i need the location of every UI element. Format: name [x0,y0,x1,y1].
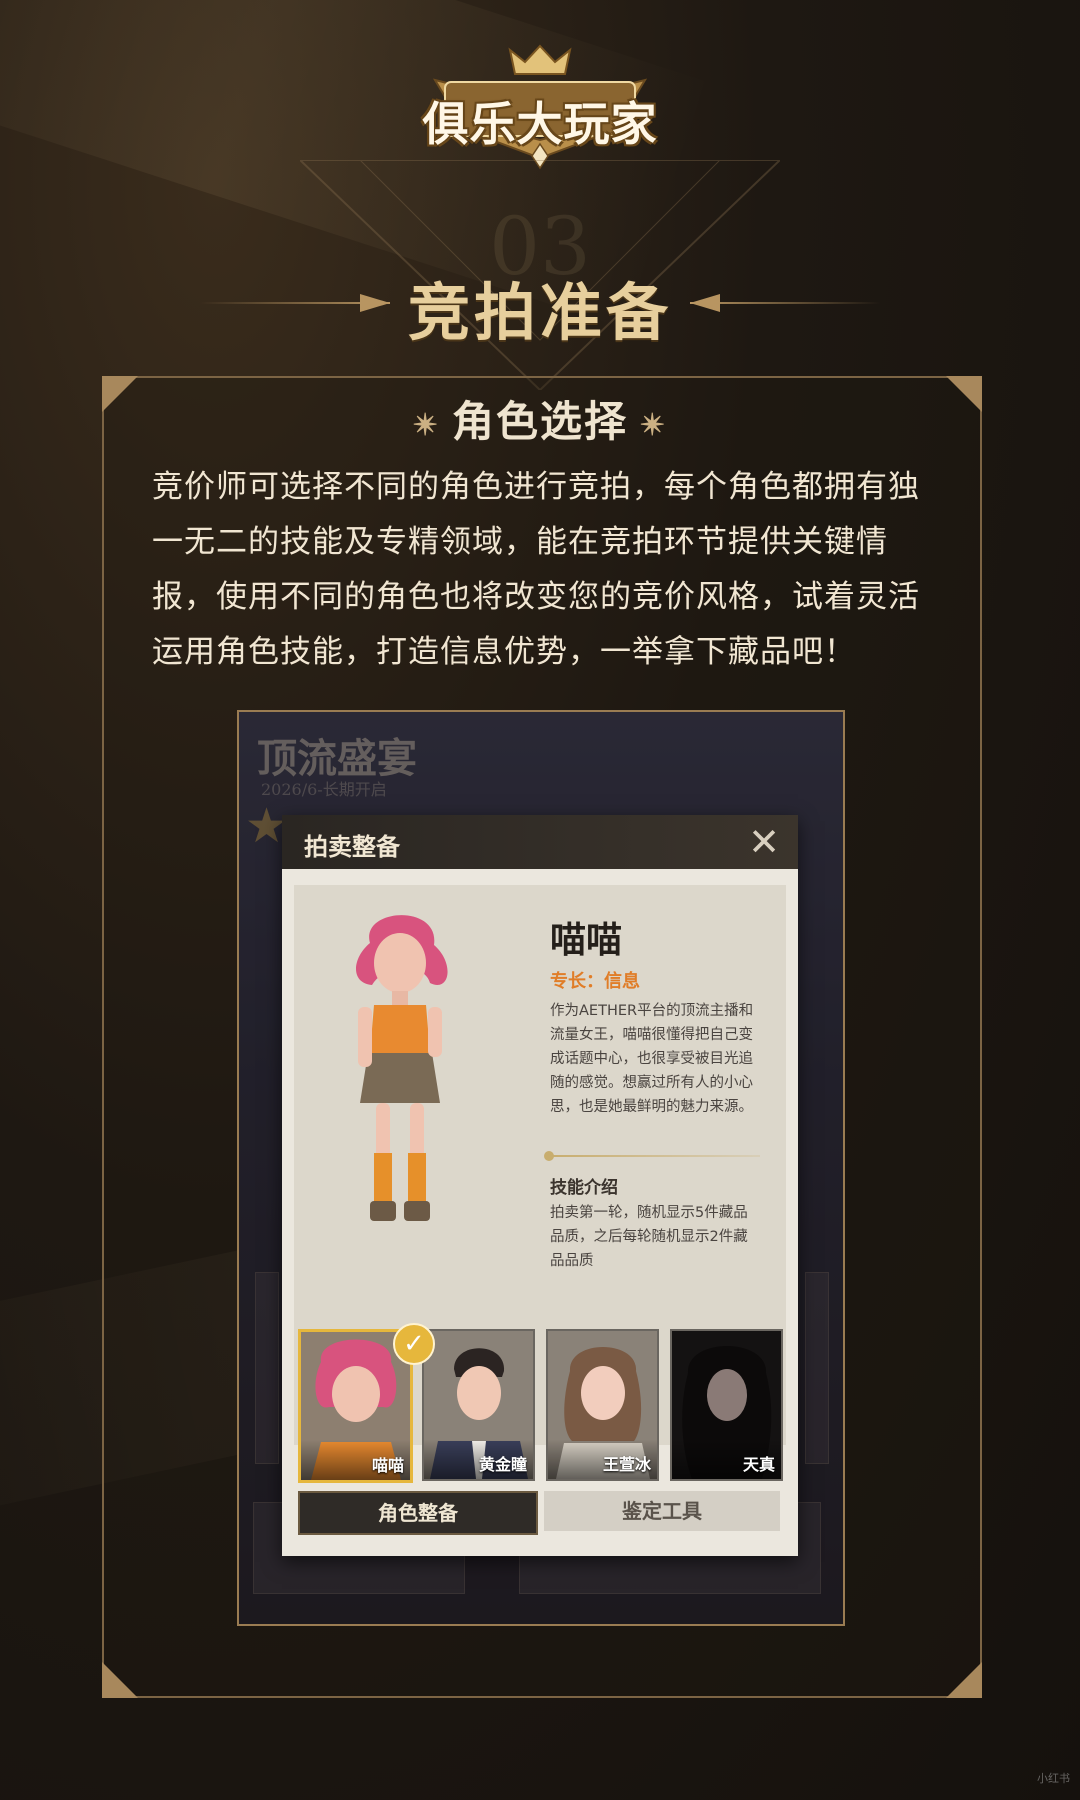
modal-header: 拍卖整备 ✕ [282,815,798,869]
skill-description: 拍卖第一轮，随机显示5件藏品品质，之后每轮随机显示2件藏品品质 [550,1205,748,1269]
check-icon: ✓ [393,1323,435,1365]
character-description: 作为AETHER平台的顶流主播和流量女王，喵喵很懂得把自己变成话题中心，也很享受… [550,1003,754,1115]
divider [548,1155,760,1157]
watermark: 小红书 [1037,1772,1070,1785]
description-paragraph: 竞价师可选择不同的角色进行竞拍，每个角色都拥有独一无二的技能及专精领域，能在竞拍… [152,469,920,670]
subtitle: ✴ 角色选择 ✴ [0,388,1080,449]
tab-appraisal-tools[interactable]: 鉴定工具 [544,1491,780,1531]
auction-prep-modal: 拍卖整备 ✕ 喵喵 专长：信息 作为AETHER平台的顶流主播和流量女王，喵喵很… [282,815,798,1556]
character-card-name: 黄金瞳 [478,1455,527,1474]
character-selector: 喵喵 ✓ 黄金瞳 王萱冰 天真 [298,1323,783,1483]
character-portrait [356,915,448,1221]
character-card-name: 王萱冰 [602,1455,651,1474]
character-card-name: 天真 [742,1455,775,1474]
close-icon[interactable]: ✕ [744,822,784,862]
corner-ornament [102,1662,138,1698]
character-card-wangxuanbing[interactable]: 王萱冰 [546,1329,659,1481]
swirl-right-icon: ✴ [640,407,668,443]
character-card-huangjintong[interactable]: 黄金瞳 [422,1329,535,1481]
section-title: 竞拍准备 [407,276,672,349]
divider-dot [544,1151,554,1161]
character-name: 喵喵 [550,919,623,961]
swirl-left-icon: ✴ [412,407,440,443]
character-specialty: 专长：信息 [550,971,640,992]
modal-title: 拍卖整备 [304,832,400,861]
skill-title: 技能介绍 [550,1178,618,1198]
subtitle-text: 角色选择 [451,397,628,446]
logo-text: 俱乐大玩家 [422,97,658,151]
game-logo: 俱乐大玩家 [415,40,665,170]
tab-character-prep[interactable]: 角色整备 [298,1491,538,1535]
character-card-tianzhen[interactable]: 天真 [670,1329,783,1481]
character-card-name: 喵喵 [371,1456,404,1475]
corner-ornament [946,1662,982,1698]
title-divider-right [690,302,880,304]
